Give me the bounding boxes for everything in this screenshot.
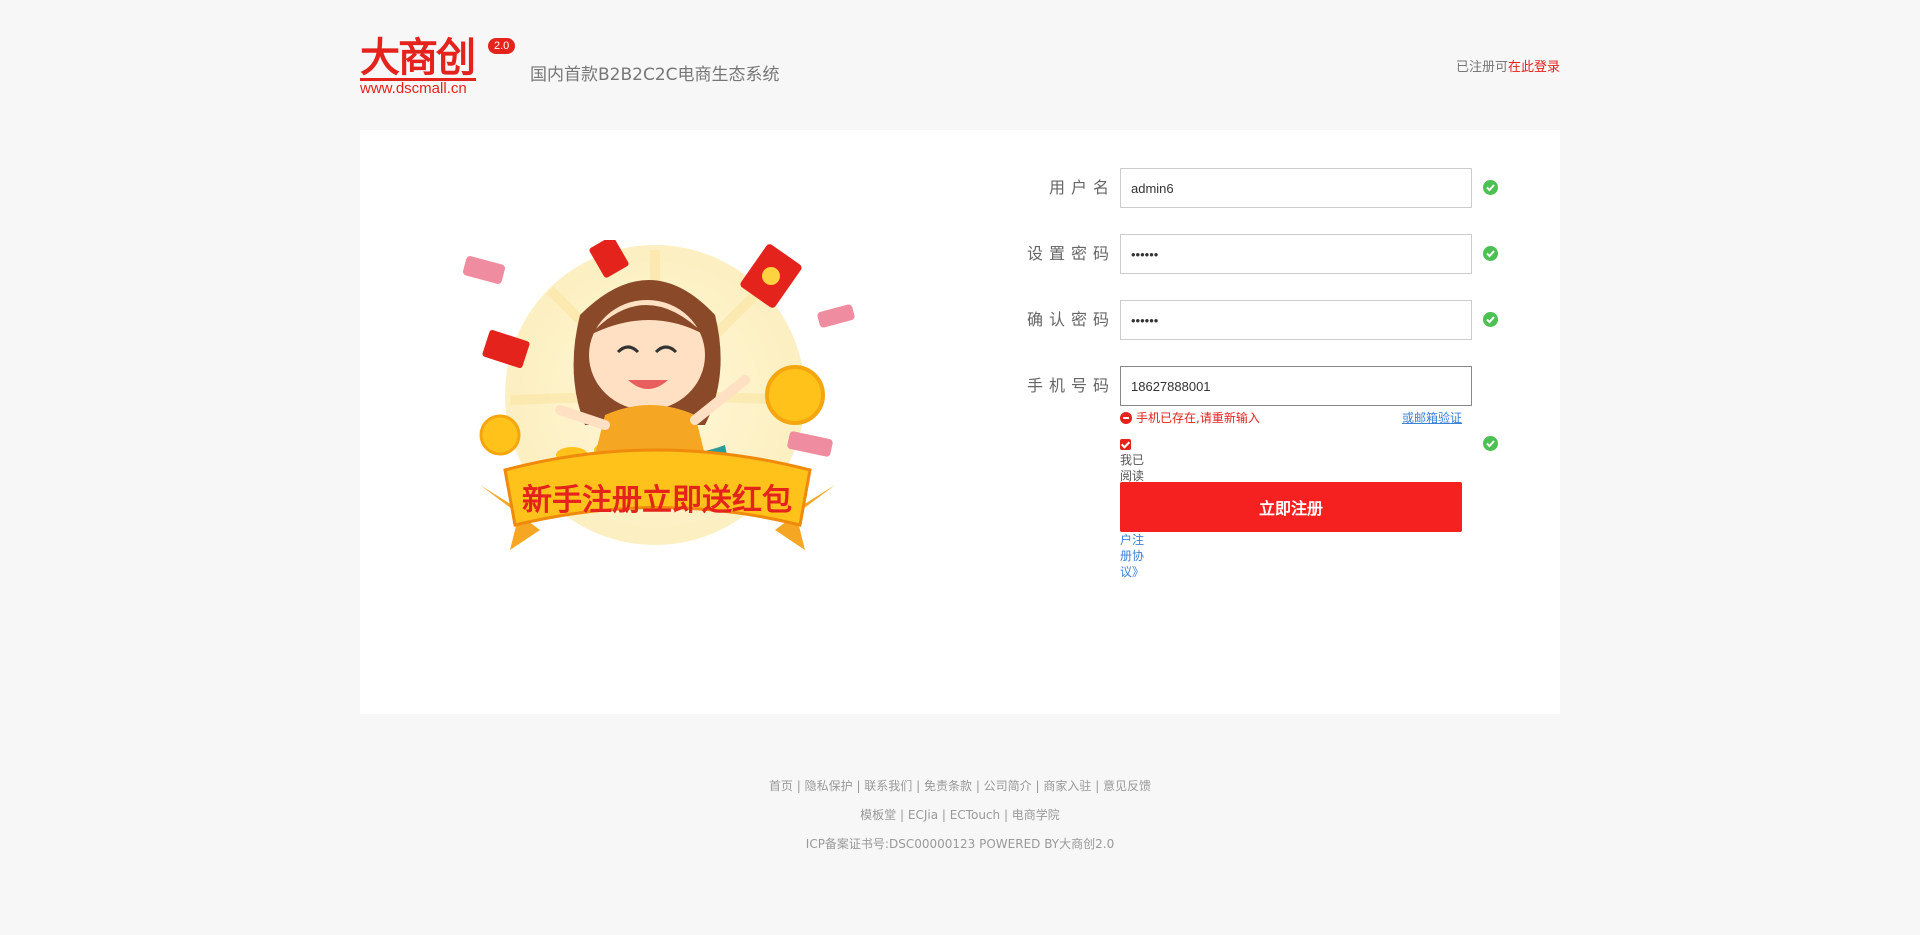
footer-link-merchant[interactable]: 商家入驻 <box>1043 779 1091 793</box>
register-button[interactable]: 立即注册 <box>1120 482 1462 532</box>
footer-link-feedback[interactable]: 意见反馈 <box>1103 779 1151 793</box>
error-icon <box>1120 412 1132 424</box>
login-link[interactable]: 在此登录 <box>1508 60 1560 75</box>
logo[interactable]: 大商创 <box>360 36 476 80</box>
header: 大商创 www.dscmall.cn 2.0 国内首款B2B2C2C电商生态系统… <box>360 36 1560 97</box>
footer-icp: ICP备案证书号:DSC00000123 POWERED BY大商创2.0 <box>805 837 1115 851</box>
check-icon <box>1483 246 1498 261</box>
footer-link-academy[interactable]: 电商学院 <box>1012 808 1060 822</box>
agree-checkbox[interactable] <box>1120 439 1131 450</box>
username-label: 用户名 <box>1048 178 1115 197</box>
version-badge: 2.0 <box>488 38 516 54</box>
footer-link-disclaimer[interactable]: 免责条款 <box>924 779 972 793</box>
check-icon <box>1483 436 1498 451</box>
password-input[interactable] <box>1120 234 1472 274</box>
phone-label: 手机号码 <box>1026 376 1115 395</box>
phone-error: 手机已存在,请重新输入 或邮箱验证 <box>1120 410 1462 426</box>
username-row: 用户名 <box>1015 168 1535 210</box>
confirm-password-row: 确认密码 <box>1015 300 1535 342</box>
check-icon <box>1483 180 1498 195</box>
password-row: 设置密码 <box>1015 234 1535 276</box>
footer-link-template[interactable]: 模板堂 <box>860 808 896 822</box>
password-label: 设置密码 <box>1026 244 1115 263</box>
footer-link-contact[interactable]: 联系我们 <box>864 779 912 793</box>
footer-link-privacy[interactable]: 隐私保护 <box>805 779 853 793</box>
confirm-password-input[interactable] <box>1120 300 1472 340</box>
footer-link-ectouch[interactable]: ECTouch <box>950 808 1000 822</box>
login-hint: 已注册可在此登录 <box>1456 56 1560 75</box>
logo-url: www.dscmall.cn <box>360 80 467 97</box>
username-input[interactable] <box>1120 168 1472 208</box>
phone-error-text: 手机已存在,请重新输入 <box>1136 411 1260 425</box>
email-verify-link[interactable]: 或邮箱验证 <box>1402 410 1462 426</box>
phone-row: 手机号码 <box>1015 366 1535 408</box>
banner-text: 新手注册立即送红包 <box>522 483 792 518</box>
slogan: 国内首款B2B2C2C电商生态系统 <box>530 65 780 85</box>
footer: 首页 | 隐私保护 | 联系我们 | 免责条款 | 公司简介 | 商家入驻 | … <box>0 772 1920 859</box>
register-panel: 新手注册立即送红包 用户名 设置密码 确认密码 手机号码 手机已存在,请重新输入… <box>360 130 1560 714</box>
login-hint-text: 已注册可 <box>1455 60 1508 75</box>
phone-input[interactable] <box>1120 366 1472 406</box>
footer-link-ecjia[interactable]: ECJia <box>908 808 938 822</box>
footer-links-2: 模板堂 | ECJia | ECTouch | 电商学院 <box>860 808 1060 822</box>
footer-link-home[interactable]: 首页 <box>769 779 793 793</box>
confirm-password-label: 确认密码 <box>1026 310 1115 329</box>
footer-links-1: 首页 | 隐私保护 | 联系我们 | 免责条款 | 公司简介 | 商家入驻 | … <box>768 779 1152 793</box>
footer-link-about[interactable]: 公司简介 <box>984 779 1032 793</box>
promo-illustration: 新手注册立即送红包 <box>462 240 855 550</box>
check-icon <box>1483 312 1498 327</box>
